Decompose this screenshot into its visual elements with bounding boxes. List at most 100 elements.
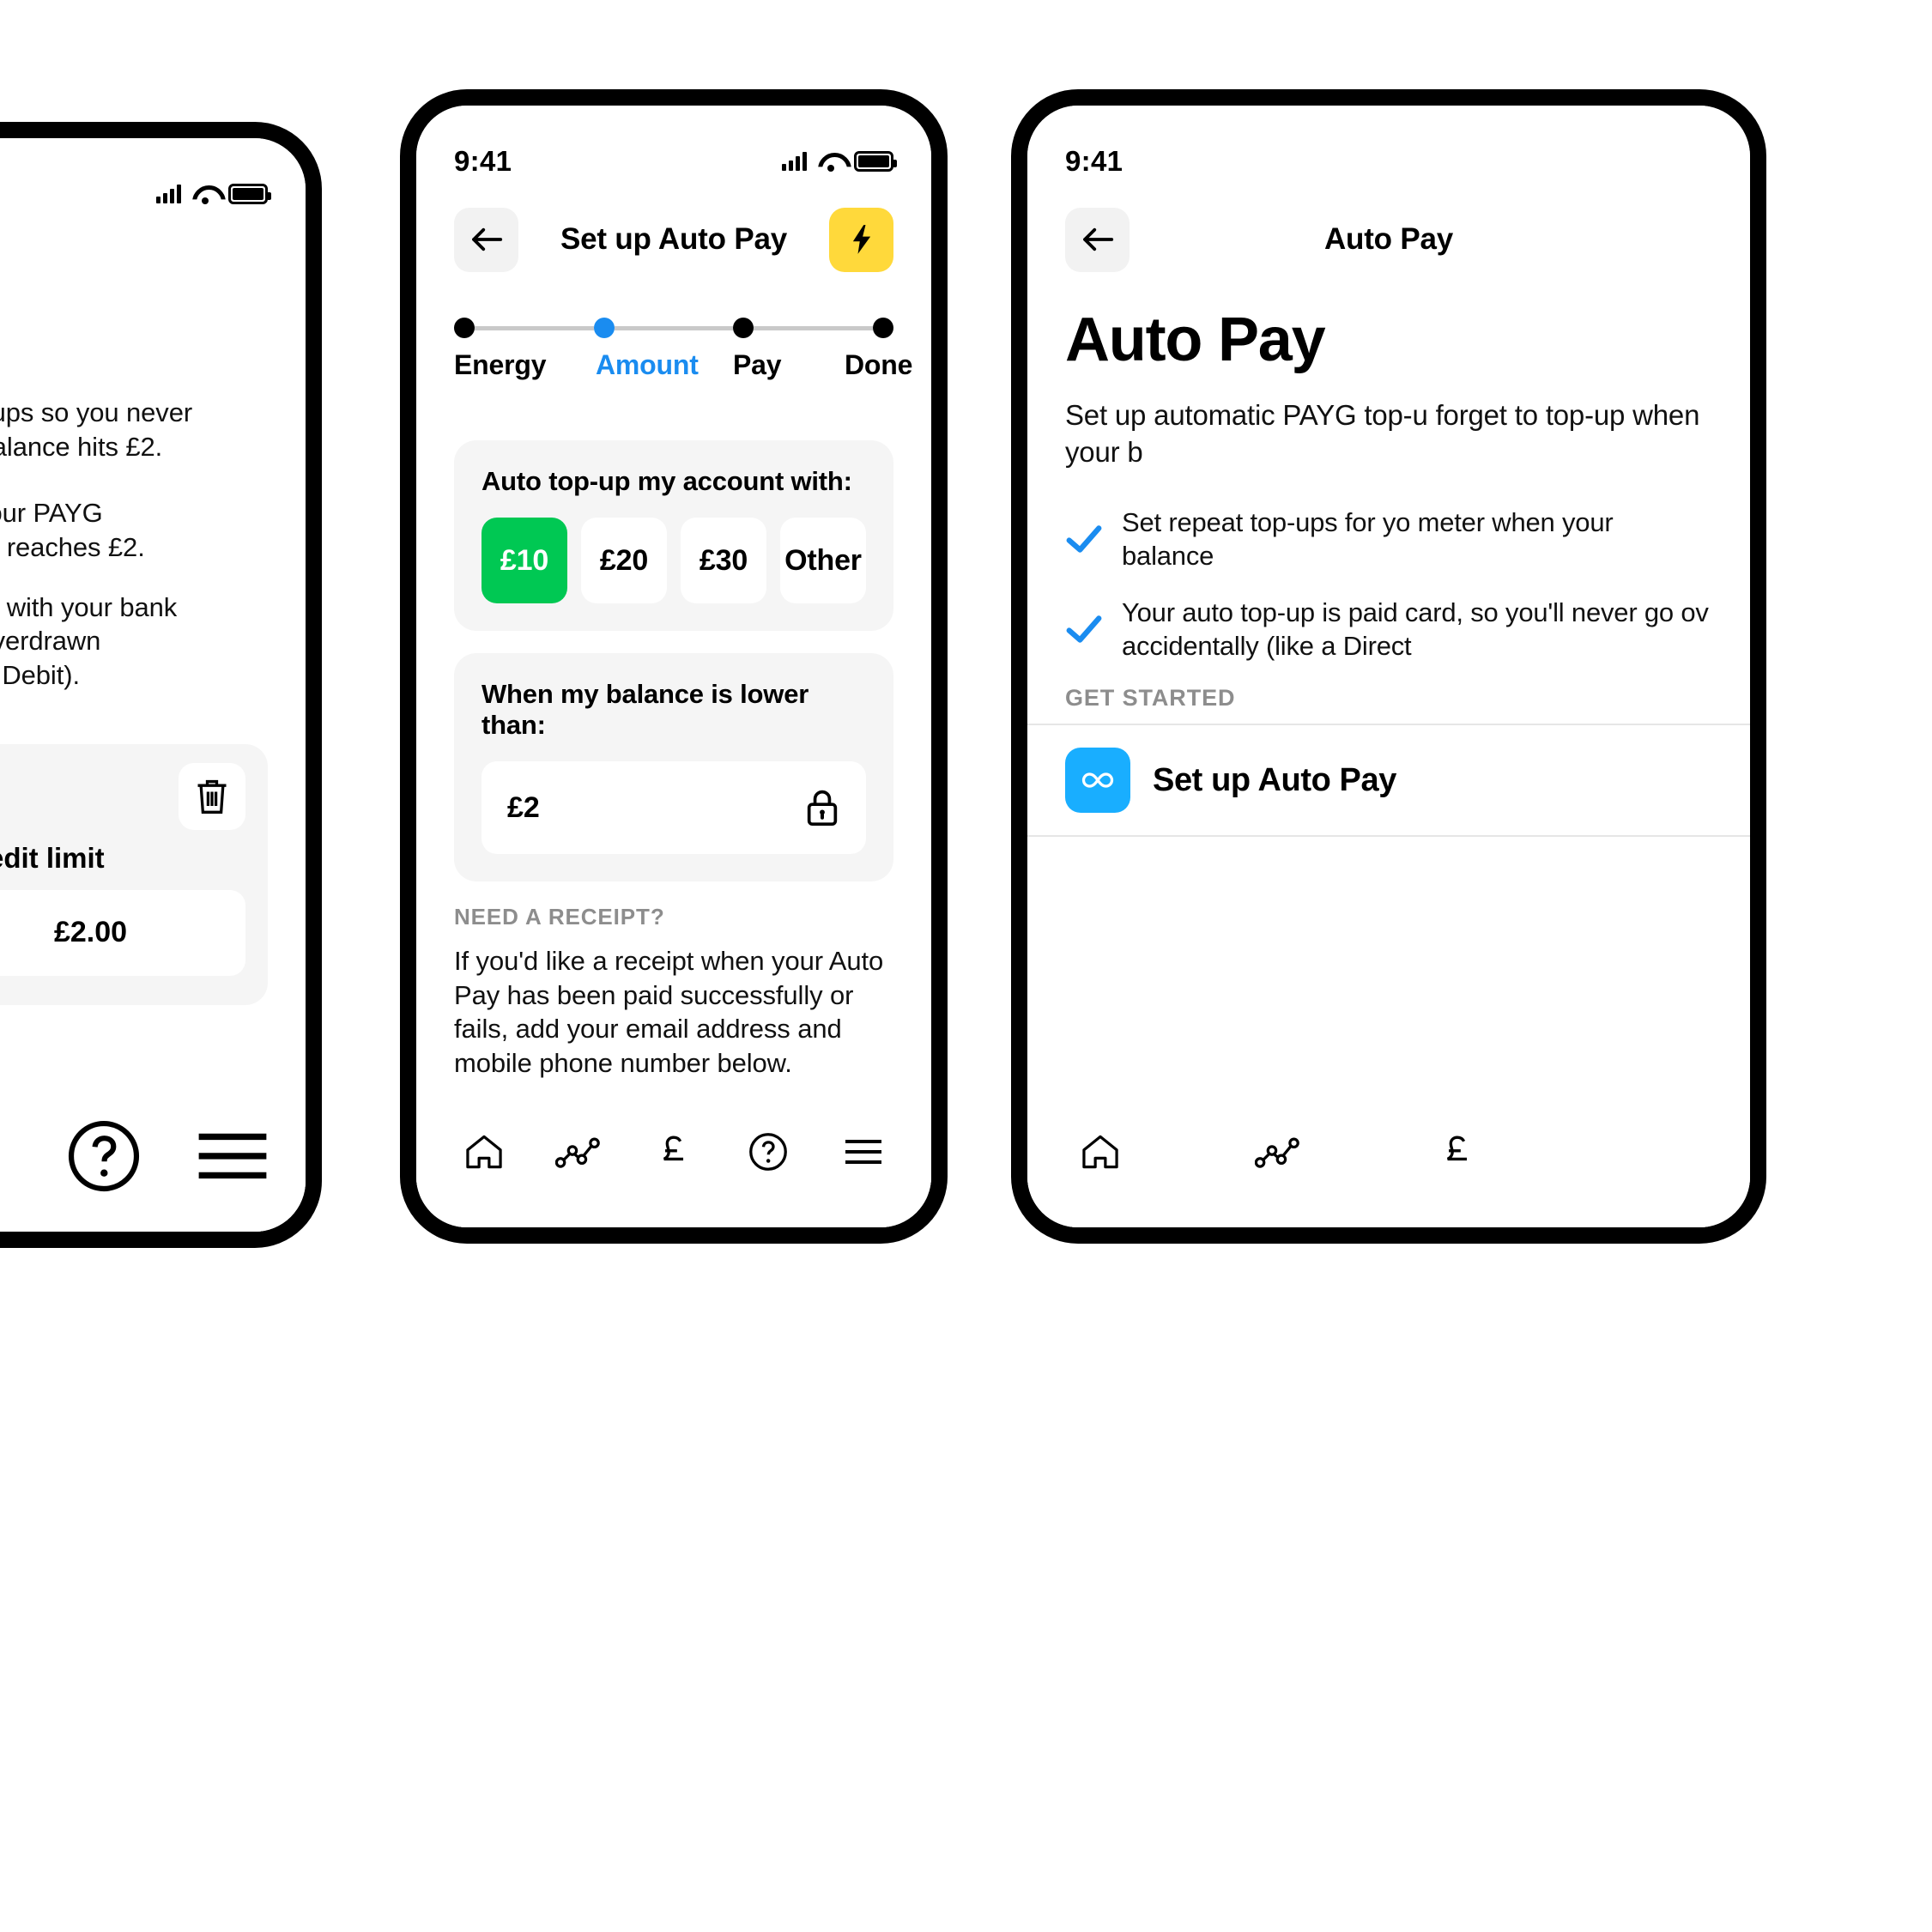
tab-bar-left [0,1103,306,1232]
amount-option-other[interactable]: Other [780,518,866,603]
tab-menu-center[interactable] [825,1117,902,1186]
arrow-left-icon [1082,227,1113,251]
cellular-signal-icon [156,185,181,203]
tab-home-center[interactable] [445,1117,523,1186]
page-title-right: Auto Pay [1323,222,1454,256]
lock-icon [807,790,838,827]
nav-bar-center: Set up Auto Pay [416,188,931,291]
list-item-setup-auto-pay[interactable]: Set up Auto Pay [1027,724,1750,838]
step-dot-amount[interactable] [593,318,615,338]
battery-icon [228,184,271,204]
progress-stepper: Energy Amount Pay Done [454,317,912,381]
phone-left-screen: 9:41 Auto Pay c PAYG top-ups so you neve… [0,138,306,1232]
step-label-amount: Amount [596,349,699,380]
pound-icon [1446,1136,1468,1161]
check-icon-wrap-2 [1065,614,1103,645]
balance-threshold-value: £2 [507,790,540,824]
balance-threshold-input[interactable]: £2 [481,761,866,854]
topup-amount-options: £10 £20 £30 Other [481,518,866,603]
pound-icon [0,1115,14,1197]
stepper-track [454,317,894,339]
amount-option-20[interactable]: £20 [581,518,667,603]
check-icon [1066,615,1102,643]
phone-center: 9:41 Set up Auto Pay Energy Amount Pay D… [400,89,948,1244]
nav-bar-left: Auto Pay [0,221,306,324]
cellular-signal-icon [782,152,807,171]
benefit-text-2: Your auto top-up is paid card, so you'll… [1122,597,1709,661]
pound-icon [663,1136,684,1161]
bullet-2-left: op-up is paid with your bank ll never go… [0,591,178,691]
stepper-labels: Energy Amount Pay Done [454,349,912,381]
step-dot-pay[interactable] [733,318,754,338]
benefit-item-2: Your auto top-up is paid card, so you'll… [1065,596,1712,663]
phone-left: 9:41 Auto Pay c PAYG top-ups so you neve… [0,122,322,1248]
stepper-line-3 [754,325,874,330]
list-item-label: Set up Auto Pay [1153,761,1396,798]
help-icon [749,1133,788,1171]
intro-text-left: c PAYG top-ups so you never when your ba… [0,397,193,462]
step-label-pay: Pay [733,349,782,380]
infinity-icon-wrap [1065,748,1130,814]
tab-home-right[interactable] [1062,1117,1139,1186]
help-icon [68,1120,140,1192]
status-bar-right: 9:41 [1027,106,1750,188]
check-icon [1066,525,1102,553]
step-dot-done[interactable] [873,318,894,338]
infinity-icon [1081,772,1114,788]
tab-payments-left[interactable] [0,1122,14,1190]
step-dot-energy[interactable] [454,318,475,338]
status-icons-center [782,151,897,172]
delete-button[interactable] [179,762,245,830]
step-label-done: Done [845,349,913,380]
menu-icon [198,1133,267,1179]
tab-payments-center[interactable] [635,1117,712,1186]
tab-payments-right[interactable] [1419,1117,1496,1186]
benefit-text-1: Set repeat top-ups for yo meter when you… [1122,506,1614,572]
stepper-line-2 [614,325,734,330]
hero-body-right: Set up automatic PAYG top-u forget to to… [1065,399,1700,468]
arrow-left-icon [471,227,502,251]
receipt-body: If you'd like a receipt when your Auto P… [454,946,884,1079]
menu-icon [845,1140,881,1164]
wifi-icon [192,185,217,204]
phone-right-screen: 9:41 Auto Pay Auto Pay Set up automatic … [1027,106,1750,1227]
home-icon [466,1135,502,1169]
credit-limit-row: £2.00 [0,889,245,976]
home-icon [1082,1135,1118,1169]
tab-menu-left[interactable] [194,1122,271,1190]
topup-amount-title: Auto top-up my account with: [481,466,852,496]
tab-usage-center[interactable] [541,1117,618,1186]
phone-center-screen: 9:41 Set up Auto Pay Energy Amount Pay D… [416,106,931,1227]
wifi-icon [818,152,843,172]
tab-help-center[interactable] [730,1117,807,1186]
balance-threshold-title: When my balance is lower than: [481,679,809,740]
nav-bar-right: Auto Pay [1027,188,1750,291]
tab-usage-right[interactable] [1240,1117,1317,1186]
screenshot-stage: 9:41 Auto Pay c PAYG top-ups so you neve… [0,0,1932,1932]
back-button-right[interactable] [1065,207,1130,272]
status-bar-left: 9:41 [0,138,306,221]
credit-limit-value[interactable]: £2.00 [0,889,245,976]
get-started-eyebrow: GET STARTED [1065,685,1236,712]
balance-threshold-card: When my balance is lower than: £2 [454,653,893,881]
topup-amount-card: Auto top-up my account with: £10 £20 £30… [454,440,893,631]
benefit-item-1: Set repeat top-ups for yo meter when you… [1065,506,1712,573]
status-icons-left [156,184,271,204]
benefits-list: Set repeat top-ups for yo meter when you… [1065,506,1712,663]
credit-limit-label: Credit limit [0,841,105,874]
status-bar-center: 9:41 [416,106,931,188]
tab-help-left[interactable] [65,1120,142,1192]
step-label-energy: Energy [454,349,547,380]
usage-chart-icon [554,1137,600,1168]
status-time-right: 9:41 [1065,145,1123,177]
back-button[interactable] [454,207,518,272]
credit-limit-card: Credit limit £2.00 [0,743,268,1005]
check-icon-wrap-1 [1065,524,1103,554]
amount-option-10[interactable]: £10 [481,518,567,603]
lightning-bolt-icon [852,225,870,254]
receipt-eyebrow: NEED A RECEIPT? [454,904,665,930]
hero-title-right: Auto Pay [1065,306,1326,374]
amount-option-30[interactable]: £30 [681,518,766,603]
boost-button[interactable] [829,207,893,272]
phone-right: 9:41 Auto Pay Auto Pay Set up automatic … [1011,89,1766,1244]
